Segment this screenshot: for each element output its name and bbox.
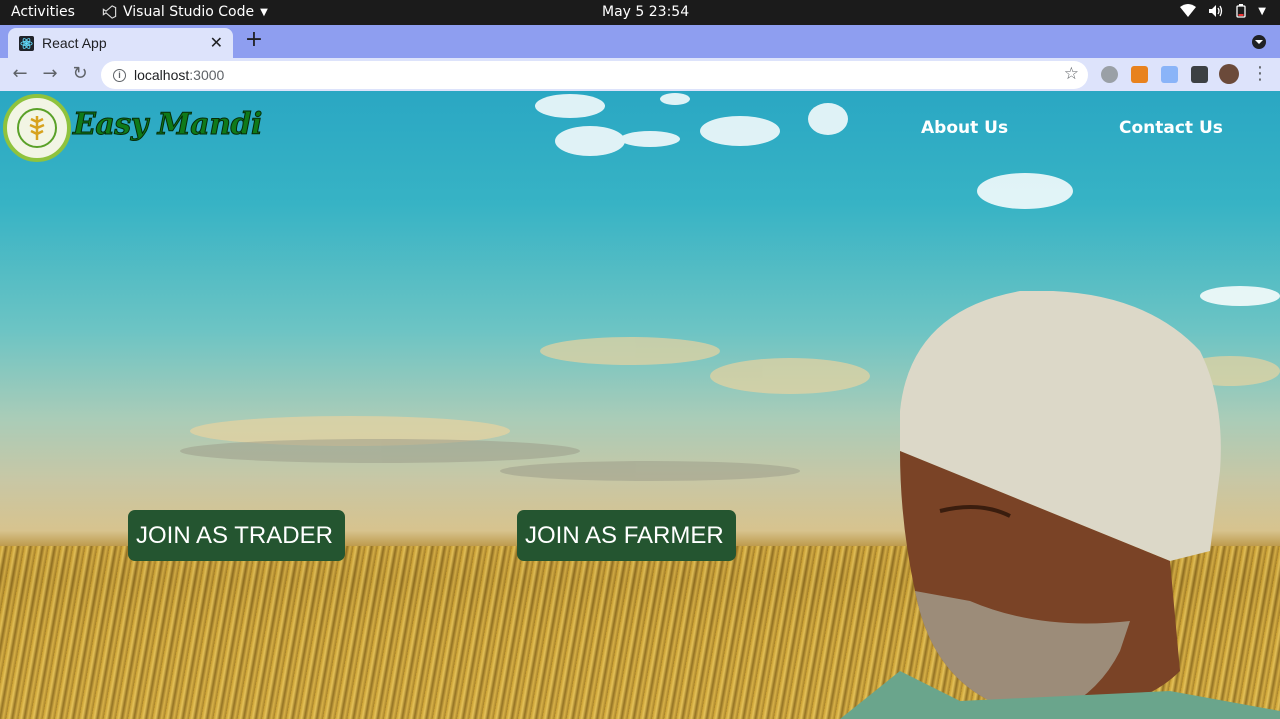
tab-strip: React App ✕ [0,25,1280,58]
clock[interactable]: May 5 23:54 [602,4,689,20]
system-tray[interactable]: ▼ [1180,4,1266,18]
new-tab-button[interactable]: + [243,29,265,52]
url-port: :3000 [189,67,225,83]
app-menu-label: Visual Studio Code [123,4,255,20]
page-viewport: Easy Mandi About Us Contact Us JOIN AS T… [0,91,1280,719]
tab-react-app[interactable]: React App ✕ [8,28,233,58]
farmer-portrait-image [840,291,1280,719]
wheat-icon [17,108,57,148]
system-top-bar: Activities Visual Studio Code ▼ May 5 23… [0,0,1280,25]
battery-icon [1236,4,1246,18]
chevron-down-icon: ▼ [260,6,268,18]
translate-extension-icon[interactable] [1161,66,1178,83]
easy-mandi-logo[interactable] [3,94,71,162]
tab-search-icon[interactable] [1252,35,1266,49]
vscode-icon [102,5,117,19]
app-menu[interactable]: Visual Studio Code ▼ [102,4,268,20]
volume-icon [1209,5,1223,17]
brand-name[interactable]: Easy Mandi [73,107,263,143]
join-as-trader-button[interactable]: JOIN AS TRADER [128,510,345,561]
profile-avatar[interactable] [1219,64,1239,84]
join-as-farmer-button[interactable]: JOIN AS FARMER [517,510,736,561]
extensions-puzzle-icon[interactable] [1191,66,1208,83]
bookmark-star-icon[interactable]: ☆ [1064,64,1079,84]
nav-about-us[interactable]: About Us [921,118,1008,138]
reload-icon[interactable]: ↻ [70,64,90,84]
tab-title: React App [42,35,107,51]
address-bar[interactable]: i localhost:3000 ☆ [101,61,1088,89]
wifi-icon [1180,4,1197,17]
browser-toolbar: ← → ↻ i localhost:3000 ☆ ⋮ [0,58,1280,91]
nav-contact-us[interactable]: Contact Us [1119,118,1223,138]
forward-arrow-icon[interactable]: → [40,64,60,84]
activities-button[interactable]: Activities [11,4,75,20]
back-arrow-icon[interactable]: ← [10,64,30,84]
metamask-extension-icon[interactable] [1131,66,1148,83]
url-host: localhost [134,67,190,83]
react-icon [19,35,34,51]
ublock-extension-icon[interactable] [1101,66,1118,83]
site-info-icon[interactable]: i [113,68,126,82]
chrome-menu-icon[interactable]: ⋮ [1250,64,1270,84]
system-menu-chevron-icon: ▼ [1258,5,1266,17]
close-icon[interactable]: ✕ [210,33,223,53]
